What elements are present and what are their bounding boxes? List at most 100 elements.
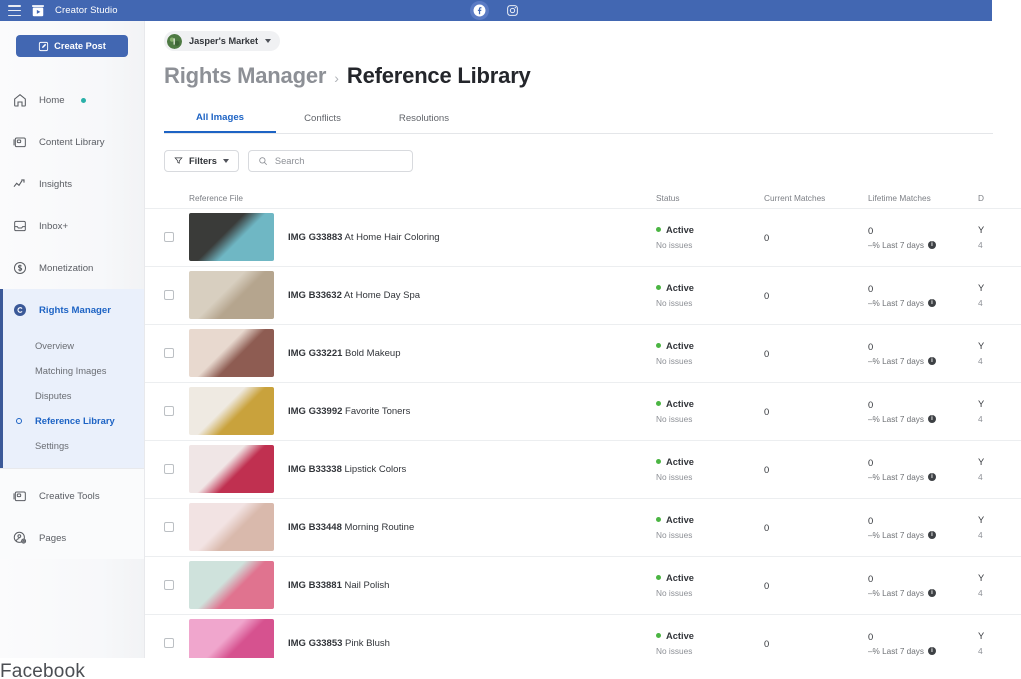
reference-file-name[interactable]: IMG B33881 Nail Polish (288, 580, 389, 591)
sidebar-item-content-library[interactable]: Content Library (0, 121, 144, 163)
current-matches-value: 0 (764, 406, 868, 417)
reference-file-name[interactable]: IMG B33448 Morning Routine (288, 522, 414, 533)
info-icon[interactable]: i (928, 241, 936, 249)
status-cell: ActiveNo issues (656, 341, 764, 366)
create-post-button[interactable]: Create Post (16, 35, 128, 57)
column-header-lifetime-matches[interactable]: Lifetime Matches (868, 193, 978, 203)
date-value: Y (978, 341, 1021, 351)
date-value: Y (978, 283, 1021, 293)
tab-resolutions[interactable]: Resolutions (369, 105, 479, 133)
sidebar-subitem-overview[interactable]: Overview (0, 333, 144, 358)
sidebar-item-home[interactable]: Home (0, 79, 144, 121)
row-checkbox[interactable] (164, 232, 174, 242)
date-cell: Y4 (978, 341, 1021, 366)
tab-label: Resolutions (399, 113, 449, 124)
sidebar-subitem-matching-images[interactable]: Matching Images (0, 358, 144, 383)
info-icon[interactable]: i (928, 357, 936, 365)
current-matches-value: 0 (764, 580, 868, 591)
date-value: Y (978, 631, 1021, 641)
status-cell: ActiveNo issues (656, 399, 764, 424)
sidebar-subitem-label: Settings (35, 440, 69, 451)
row-checkbox[interactable] (164, 638, 174, 648)
info-icon[interactable]: i (928, 415, 936, 423)
sidebar-item-inbox[interactable]: Inbox+ (0, 205, 144, 247)
table-row[interactable]: IMG G33853 Pink BlushActiveNo issues00–%… (145, 615, 1021, 659)
account-switcher[interactable]: Jasper's Market (164, 31, 280, 51)
sidebar-item-label: Monetization (39, 263, 93, 274)
reference-file-name[interactable]: IMG G33853 Pink Blush (288, 638, 390, 649)
reference-file-cell: IMG G33992 Favorite Toners (189, 387, 656, 435)
reference-file-title: At Home Day Spa (344, 290, 420, 301)
breadcrumb-separator-icon: › (334, 70, 339, 86)
sidebar-subitem-disputes[interactable]: Disputes (0, 383, 144, 408)
row-checkbox[interactable] (164, 464, 174, 474)
table-row[interactable]: IMG G33221 Bold MakeupActiveNo issues00–… (145, 325, 1021, 383)
hamburger-icon[interactable] (8, 5, 21, 16)
reference-thumbnail[interactable] (189, 387, 274, 435)
info-icon[interactable]: i (928, 473, 936, 481)
table-row[interactable]: IMG G33992 Favorite Toners ActiveNo issue… (145, 383, 1021, 441)
reference-thumbnail[interactable] (189, 213, 274, 261)
sidebar-item-insights[interactable]: Insights (0, 163, 144, 205)
table-row[interactable]: IMG B33448 Morning RoutineActiveNo issue… (145, 499, 1021, 557)
info-icon[interactable]: i (928, 589, 936, 597)
info-icon[interactable]: i (928, 647, 936, 655)
row-checkbox[interactable] (164, 348, 174, 358)
column-header-reference-file[interactable]: Reference File (189, 193, 656, 203)
row-checkbox[interactable] (164, 290, 174, 300)
status-badge: Active (666, 283, 694, 293)
reference-thumbnail[interactable] (189, 561, 274, 609)
info-icon[interactable]: i (928, 299, 936, 307)
breadcrumb-parent[interactable]: Rights Manager (164, 63, 326, 89)
content-library-icon (11, 134, 28, 151)
column-header-current-matches[interactable]: Current Matches (764, 193, 868, 203)
row-select-cell (164, 522, 189, 532)
status-cell: ActiveNo issues (656, 225, 764, 250)
status-dot-icon (656, 633, 661, 638)
reference-file-name[interactable]: IMG G33221 Bold Makeup (288, 348, 400, 359)
column-header-date[interactable]: D (978, 193, 1021, 203)
sidebar-item-label: Creative Tools (39, 491, 100, 502)
reference-file-name[interactable]: IMG B33632 At Home Day Spa (288, 290, 420, 301)
sidebar-item-pages[interactable]: Pages (0, 517, 144, 559)
chevron-down-icon[interactable] (265, 39, 271, 43)
instagram-icon[interactable] (503, 1, 522, 20)
facebook-icon[interactable] (470, 1, 489, 20)
row-select-cell (164, 406, 189, 416)
column-header-status[interactable]: Status (656, 193, 764, 203)
top-navigation-bar: Creator Studio (0, 0, 992, 21)
reference-thumbnail[interactable] (189, 329, 274, 377)
reference-file-name[interactable]: IMG G33992 Favorite Toners (288, 406, 410, 417)
status-badge: Active (666, 573, 694, 583)
reference-thumbnail[interactable] (189, 503, 274, 551)
lifetime-matches-cell: 0–% Last 7 daysi (868, 515, 978, 540)
table-row[interactable]: IMG B33632 At Home Day SpaActiveNo issue… (145, 267, 1021, 325)
table-row[interactable]: IMG B33881 Nail PolishActiveNo issues00–… (145, 557, 1021, 615)
current-matches-value: 0 (764, 638, 868, 649)
reference-thumbnail[interactable] (189, 445, 274, 493)
reference-thumbnail[interactable] (189, 271, 274, 319)
creative-tools-icon (11, 488, 28, 505)
row-checkbox[interactable] (164, 580, 174, 590)
sidebar-item-monetization[interactable]: Monetization (0, 247, 144, 289)
search-input[interactable]: Search (248, 150, 413, 172)
row-checkbox[interactable] (164, 406, 174, 416)
info-icon[interactable]: i (928, 531, 936, 539)
table-row[interactable]: IMG B33338 Lipstick ColorsActiveNo issue… (145, 441, 1021, 499)
reference-thumbnail[interactable] (189, 619, 274, 658)
row-checkbox[interactable] (164, 522, 174, 532)
sidebar-subitem-reference-library[interactable]: Reference Library (0, 408, 144, 433)
tab-conflicts[interactable]: Conflicts (276, 105, 369, 133)
filters-button[interactable]: Filters (164, 150, 239, 172)
tab-all-images[interactable]: All Images (164, 105, 276, 133)
reference-file-name[interactable]: IMG G33883 At Home Hair Coloring (288, 232, 440, 243)
sidebar-subitem-settings[interactable]: Settings (0, 433, 144, 458)
table-row[interactable]: IMG G33883 At Home Hair Coloring ActiveNo… (145, 209, 1021, 267)
current-matches-value: 0 (764, 232, 868, 243)
lifetime-matches-cell: 0–% Last 7 daysi (868, 399, 978, 424)
lifetime-matches-value: 0 (868, 631, 978, 642)
reference-file-cell: IMG G33221 Bold Makeup (189, 329, 656, 377)
reference-file-name[interactable]: IMG B33338 Lipstick Colors (288, 464, 406, 475)
sidebar-item-creative-tools[interactable]: Creative Tools (0, 475, 144, 517)
sidebar-item-rights-manager[interactable]: Rights Manager (0, 289, 144, 331)
